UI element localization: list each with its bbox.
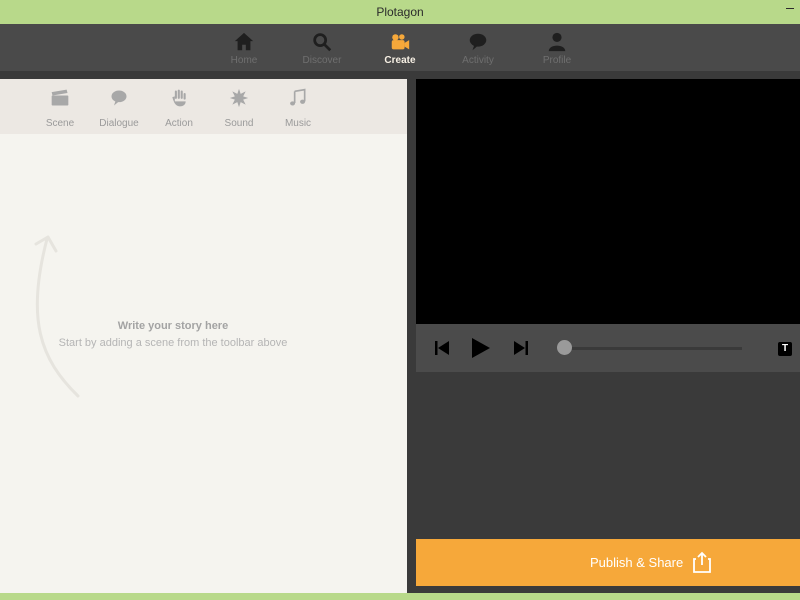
nav-label-profile: Profile (542, 55, 572, 66)
nav-label-discover: Discover (302, 55, 342, 66)
clapperboard-icon (51, 89, 69, 106)
nav-item-home[interactable]: Home (209, 24, 279, 71)
play-button[interactable] (471, 337, 491, 359)
person-icon (548, 32, 566, 52)
minimize-button[interactable] (784, 3, 796, 15)
nav-label-home: Home (230, 55, 258, 66)
nav-item-discover[interactable]: Discover (287, 24, 357, 71)
tool-scene[interactable]: Scene (30, 79, 90, 134)
story-toolbar: Scene Dialogue Action Sound Music (0, 79, 407, 134)
tool-label-sound: Sound (224, 118, 254, 129)
seek-track[interactable] (564, 347, 742, 350)
previous-button[interactable] (434, 340, 450, 356)
curved-arrow-icon (34, 235, 80, 398)
sound-burst-icon (229, 88, 249, 108)
share-icon (693, 551, 711, 573)
preview-empty-area (416, 372, 800, 538)
player-controls: T (416, 324, 800, 372)
empty-state-subtitle: Start by adding a scene from the toolbar… (58, 337, 288, 349)
tool-label-action: Action (165, 118, 193, 129)
window-title: Plotagon (376, 5, 424, 19)
tool-dialogue[interactable]: Dialogue (89, 79, 149, 134)
subtitles-button[interactable]: T (778, 342, 792, 356)
next-button[interactable] (513, 340, 529, 356)
seek-handle[interactable] (557, 340, 572, 355)
music-note-icon (290, 88, 306, 106)
tool-sound[interactable]: Sound (209, 79, 269, 134)
tool-label-scene: Scene (45, 118, 75, 129)
tool-action[interactable]: Action (149, 79, 209, 134)
nav-label-activity: Activity (462, 55, 494, 66)
hand-icon (172, 89, 186, 107)
window-bottom-border (0, 593, 800, 600)
nav-label-create: Create (384, 55, 416, 66)
nav-item-activity[interactable]: Activity (443, 24, 513, 71)
skip-forward-icon (514, 341, 528, 355)
video-camera-icon (391, 34, 410, 50)
video-preview[interactable] (416, 79, 800, 324)
story-panel: Scene Dialogue Action Sound Music Write … (0, 79, 407, 593)
tool-label-music: Music (284, 118, 312, 129)
publish-share-button[interactable]: Publish & Share (416, 539, 800, 586)
tool-label-dialogue: Dialogue (99, 118, 139, 129)
publish-share-label: Publish & Share (590, 555, 684, 570)
home-icon (234, 32, 254, 51)
nav-item-profile[interactable]: Profile (522, 24, 592, 71)
tool-music[interactable]: Music (268, 79, 328, 134)
skip-back-icon (435, 341, 449, 355)
search-icon (313, 33, 332, 52)
title-bar: Plotagon (0, 0, 800, 24)
play-icon (472, 338, 490, 358)
speech-bubble-icon (469, 33, 487, 51)
speech-bubble-icon (111, 90, 127, 106)
text-t-icon: T (781, 343, 789, 354)
top-navigation: Home Discover Create Activity Profile (0, 24, 800, 71)
nav-item-create[interactable]: Create (365, 24, 435, 71)
empty-state-title: Write your story here (117, 320, 229, 332)
